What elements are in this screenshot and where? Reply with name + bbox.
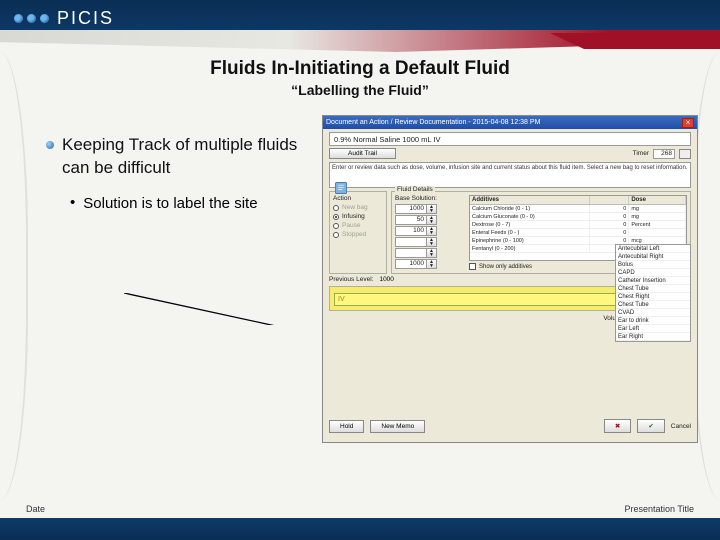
new-memo-button[interactable]: New Memo — [370, 420, 425, 433]
list-item[interactable]: Antecubital Left — [616, 245, 690, 253]
site-dropdown-list[interactable]: Antecubital LeftAntecubital RightBolusCA… — [615, 244, 691, 342]
table-row[interactable]: Dextrose (0 - 7)0Percent — [470, 221, 686, 229]
bullet-list: Keeping Track of multiple fluids can be … — [46, 134, 306, 213]
list-item[interactable]: Ear Both — [616, 341, 690, 342]
timer-stop-button[interactable] — [679, 149, 691, 159]
list-item[interactable]: Chest Tube — [616, 285, 690, 293]
bullet-1-text: Keeping Track of multiple fluids can be … — [62, 134, 306, 180]
rate-value-0[interactable]: 1000 — [395, 204, 427, 214]
radio-pause[interactable]: Pause — [333, 222, 383, 229]
additives-header-name: Additives — [470, 196, 590, 204]
rate-value-2[interactable]: 100 — [395, 226, 427, 236]
close-icon[interactable]: × — [682, 118, 694, 128]
radio-infusing[interactable]: Infusing — [333, 213, 383, 220]
header-swoosh-accent — [550, 33, 720, 49]
bullet-2-text: Solution is to label the site — [83, 194, 257, 214]
cancel-button[interactable]: Cancel — [671, 423, 691, 430]
audit-trail-button[interactable]: Audit Trail — [329, 148, 396, 159]
list-item[interactable]: Ear Right — [616, 333, 690, 341]
list-item[interactable]: Catheter Insertion — [616, 277, 690, 285]
rate-value-3[interactable] — [395, 237, 427, 247]
spinner-2[interactable]: ▲▼ — [427, 226, 437, 236]
bottom-bar — [0, 518, 720, 540]
hold-button[interactable]: Hold — [329, 420, 364, 433]
base-solution-label: Base Solution: — [395, 195, 465, 202]
table-row[interactable]: Enteral Feeds (0 - )0 — [470, 229, 686, 237]
notes-area[interactable]: Enter or review data such as dose, volum… — [329, 162, 691, 188]
show-only-additives-label: Show only additives — [479, 264, 532, 270]
radio-stopped[interactable]: Stopped — [333, 231, 383, 238]
sub-bullet-marker: • — [70, 194, 75, 214]
slide-subtitle: “Labelling the Fluid” — [0, 82, 720, 98]
info-icon — [334, 181, 348, 195]
action-group: Action New bag Infusing Pause Stopped — [329, 191, 387, 274]
show-only-additives-checkbox[interactable] — [469, 263, 476, 270]
radio-new-bag[interactable]: New bag — [333, 204, 383, 211]
site-selected-value: IV — [338, 296, 345, 303]
list-item[interactable]: Ear Left — [616, 325, 690, 333]
dialog-button-bar: Hold New Memo ✖ ✔ Cancel — [329, 416, 691, 436]
list-item[interactable]: CAPD — [616, 269, 690, 277]
fluid-name-field[interactable]: 0.9% Normal Saline 1000 mL IV — [329, 132, 691, 146]
list-item[interactable]: Chest Tube — [616, 301, 690, 309]
spinner-1[interactable]: ▲▼ — [427, 215, 437, 225]
table-row[interactable]: Calcium Gluconate (0 - 0)0mg — [470, 213, 686, 221]
accept-button[interactable]: ✔ — [637, 419, 664, 433]
previous-level-label: Previous Level: — [329, 276, 373, 283]
fluid-details-label: Fluid Details — [395, 186, 435, 193]
footer-date: Date — [26, 504, 45, 514]
previous-level-value: 1000 — [379, 276, 393, 283]
action-group-label: Action — [333, 195, 383, 202]
timer-label: Timer — [633, 150, 649, 157]
timer-value[interactable]: 268 — [653, 149, 675, 159]
list-item[interactable]: Bolus — [616, 261, 690, 269]
slide-title: Fluids In-Initiating a Default Fluid — [0, 58, 720, 80]
list-item[interactable]: CVAD — [616, 309, 690, 317]
rate-value-4[interactable] — [395, 248, 427, 258]
rate-value-1[interactable]: 50 — [395, 215, 427, 225]
spinner-3[interactable]: ▲▼ — [427, 237, 437, 247]
dialog-title-text: Document an Action / Review Documentatio… — [326, 119, 540, 126]
fluid-name-text: 0.9% Normal Saline 1000 mL IV — [334, 135, 440, 144]
frame-left — [0, 52, 28, 500]
spinner-4[interactable]: ▲▼ — [427, 248, 437, 258]
list-item[interactable]: Ear to drink — [616, 317, 690, 325]
additives-header-dose: Dose — [629, 196, 686, 204]
brand-name: PICIS — [57, 8, 114, 29]
list-item[interactable]: Antecubital Right — [616, 253, 690, 261]
rate-value-5[interactable]: 1000 — [395, 259, 427, 269]
footer-presentation-title: Presentation Title — [624, 504, 694, 514]
spinner-5[interactable]: ▲▼ — [427, 259, 437, 269]
dialog-titlebar[interactable]: Document an Action / Review Documentatio… — [323, 116, 697, 129]
reject-button[interactable]: ✖ — [604, 419, 631, 433]
dialog-window: Document an Action / Review Documentatio… — [322, 115, 698, 443]
slide-title-block: Fluids In-Initiating a Default Fluid “La… — [0, 58, 720, 98]
brand-dots-icon — [14, 14, 49, 23]
spinner-0[interactable]: ▲▼ — [427, 204, 437, 214]
list-item[interactable]: Chest Right — [616, 293, 690, 301]
bullet-marker-icon — [46, 141, 54, 149]
table-row[interactable]: Calcium Chloride (0 - 1)0mg — [470, 205, 686, 213]
